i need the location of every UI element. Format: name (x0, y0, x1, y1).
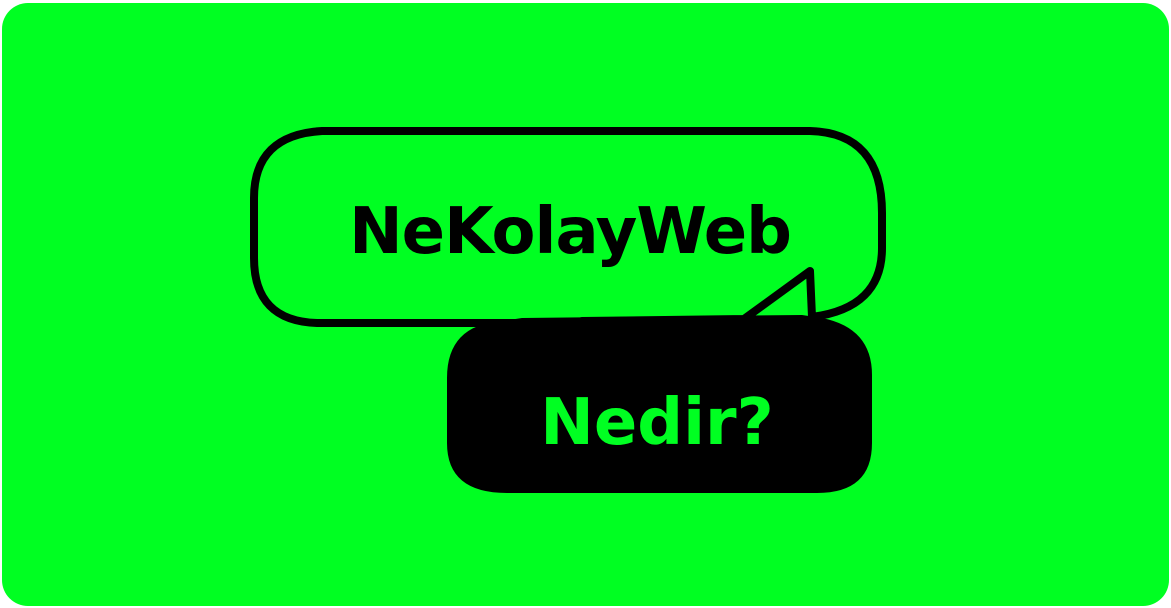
banner-graphic: NeKolayWeb Nedir? (2, 3, 1169, 606)
banner-background (2, 3, 1169, 606)
primary-bubble-text: NeKolayWeb (349, 195, 791, 269)
banner-card: NeKolayWeb Nedir? (2, 3, 1169, 606)
secondary-bubble-text: Nedir? (540, 386, 773, 460)
